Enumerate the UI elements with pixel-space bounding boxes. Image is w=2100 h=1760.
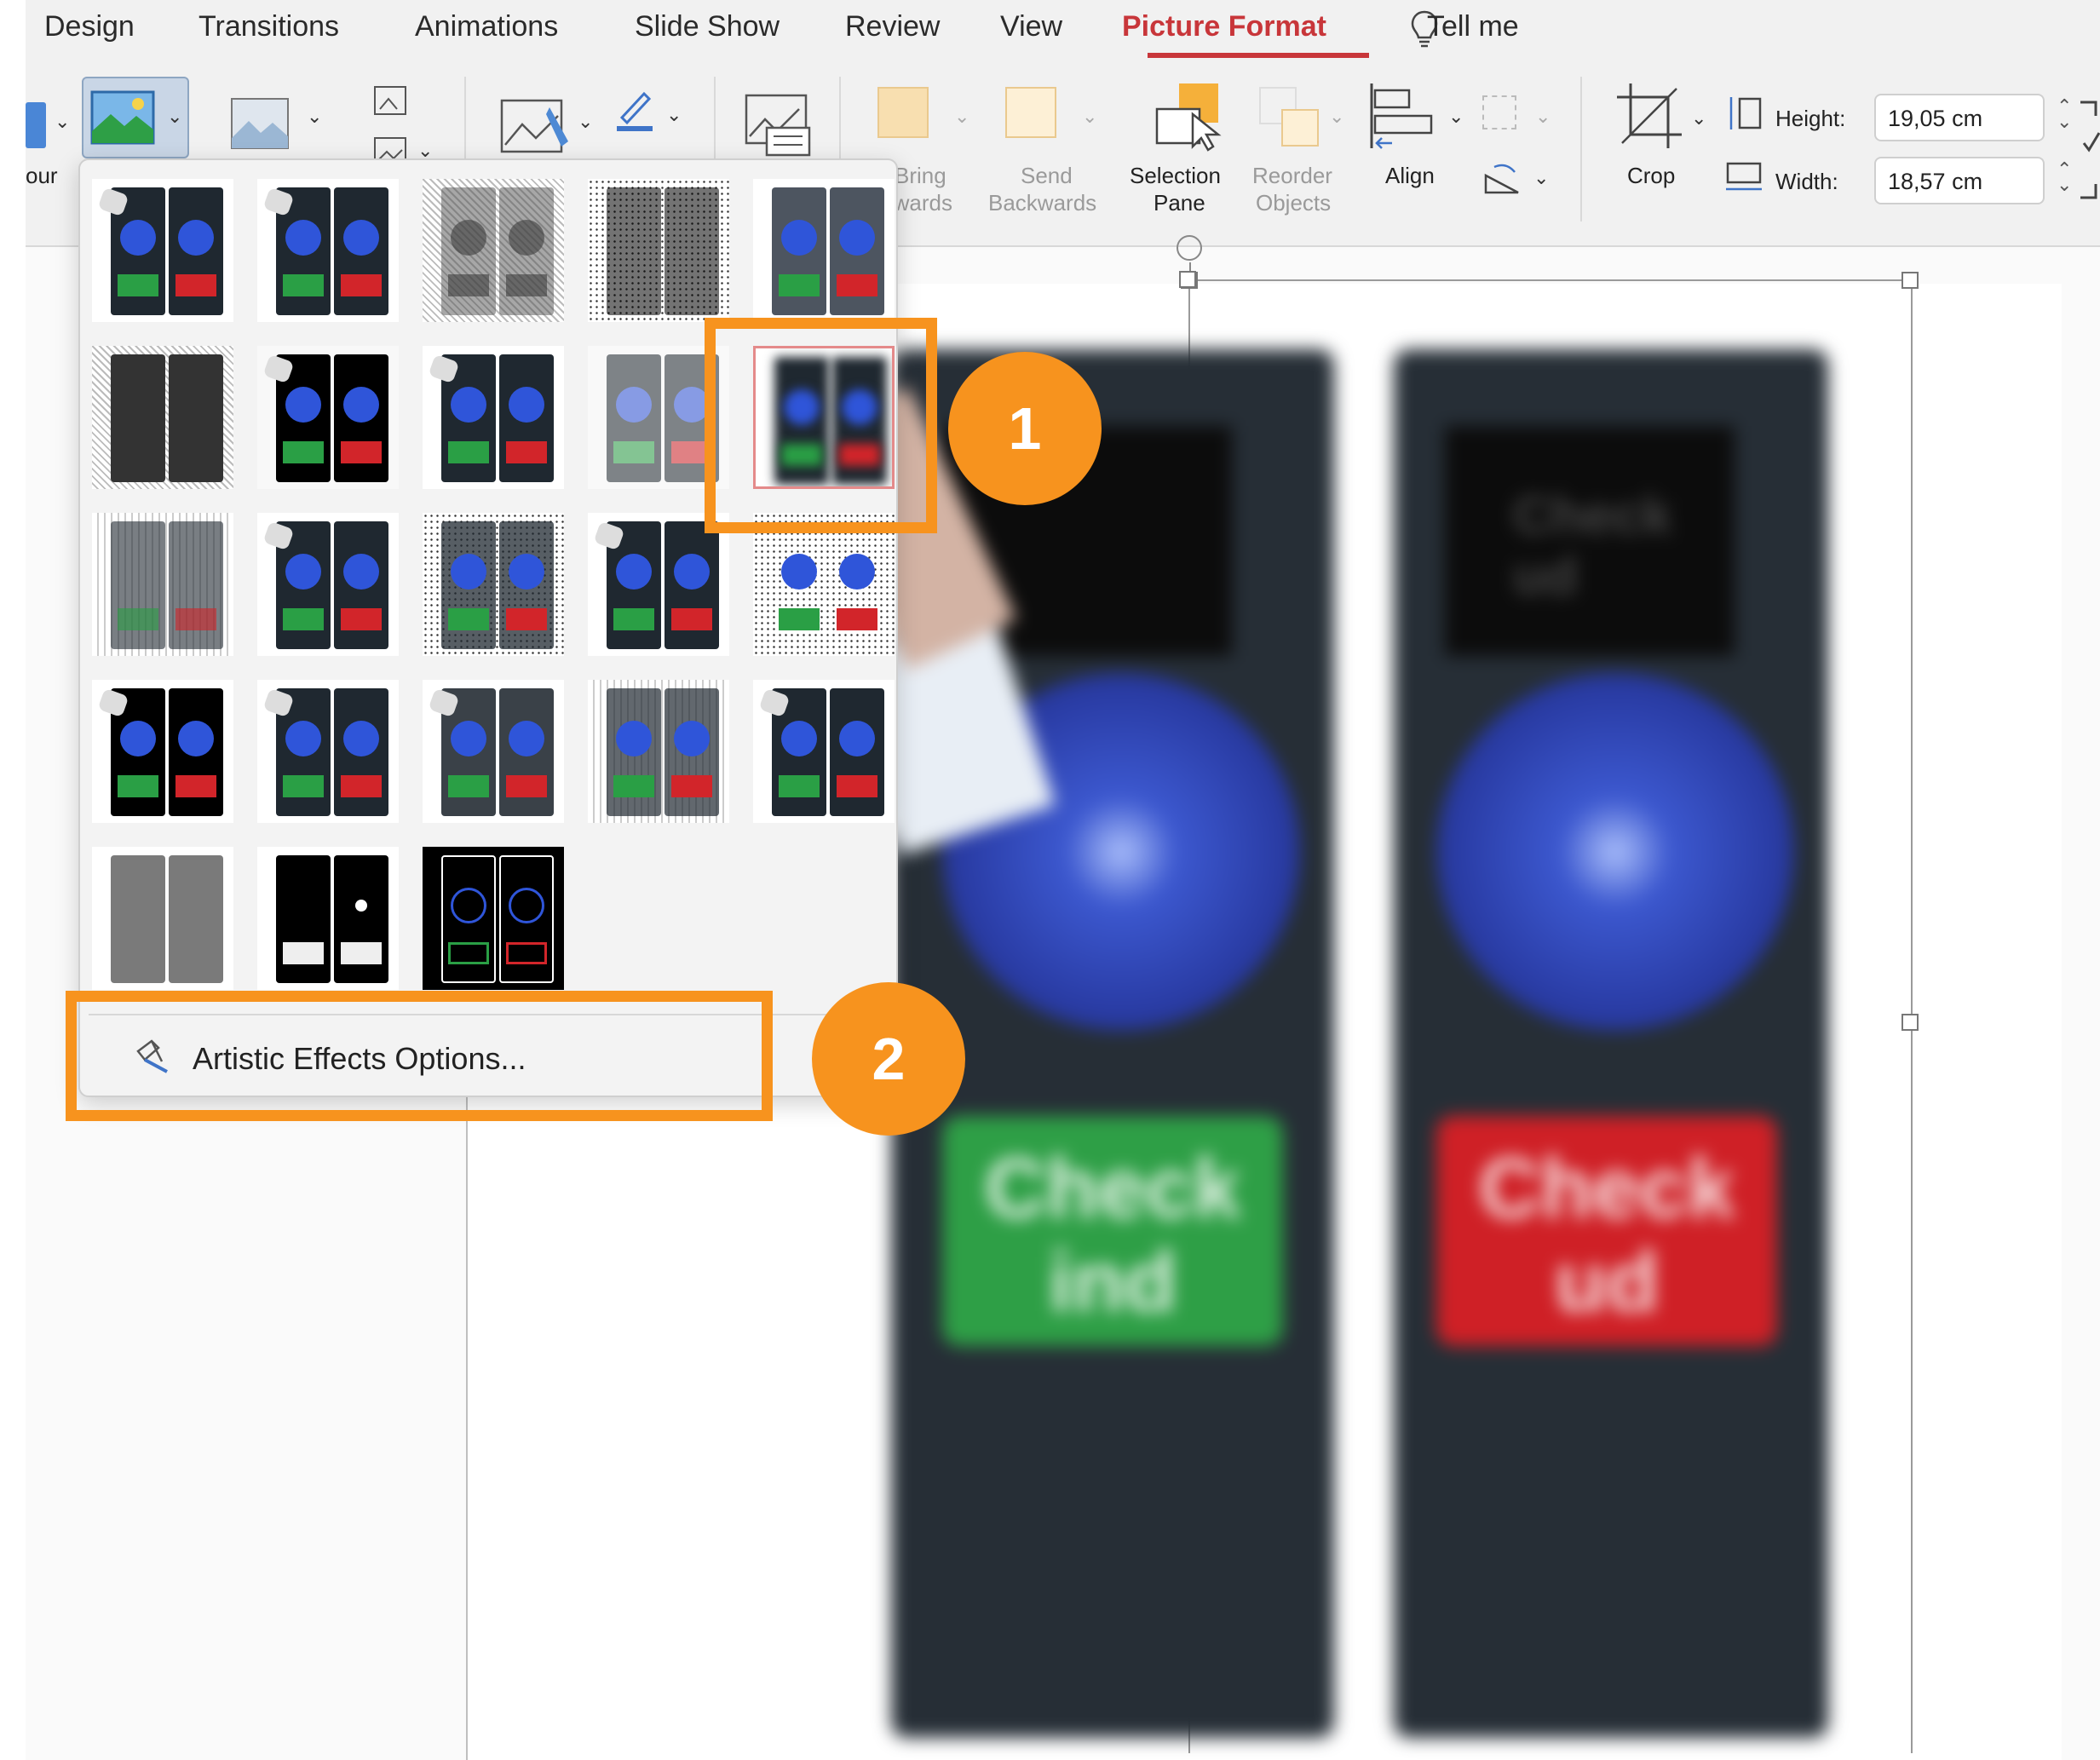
- send-backwards-label-2: Backwards: [988, 190, 1097, 216]
- picture-border-icon[interactable]: [613, 87, 656, 133]
- tab-slide-show[interactable]: Slide Show: [635, 10, 780, 43]
- chevron-down-icon: ⌄: [167, 106, 183, 127]
- checkin-text: Check ind: [984, 1141, 1241, 1330]
- selection-pane-label-1[interactable]: Selection: [1130, 162, 1221, 189]
- checkout-button: Check ud: [1436, 1116, 1777, 1346]
- highlight-box-options: [66, 991, 773, 1121]
- effect-none-thumb[interactable]: [92, 179, 233, 322]
- resize-handle[interactable]: [1179, 271, 1196, 288]
- chevron-down-icon[interactable]: ⌄: [307, 106, 322, 128]
- checkout-text: Check ud: [1478, 1141, 1735, 1330]
- effect-light-screen-thumb[interactable]: [92, 513, 233, 656]
- effect-glow-edges-thumb[interactable]: [423, 847, 564, 990]
- transparency-icon[interactable]: [230, 95, 290, 152]
- step-badge-1: 1: [948, 352, 1102, 505]
- align-icon[interactable]: [1366, 80, 1443, 152]
- crop-icon[interactable]: [1615, 82, 1683, 150]
- send-backwards-icon[interactable]: [1005, 87, 1056, 138]
- lock-aspect-ratio-icon[interactable]: [2079, 99, 2100, 210]
- step-badge-2: 2: [812, 982, 965, 1136]
- chevron-down-icon[interactable]: ⌄: [1533, 167, 1549, 189]
- width-input[interactable]: 18,57 cm: [1874, 157, 2045, 204]
- highlight-box-blur: [705, 318, 937, 533]
- height-icon: [1729, 97, 1762, 129]
- effect-crisscross-etching-thumb[interactable]: [423, 680, 564, 823]
- height-stepper[interactable]: ⌃ ⌄: [2057, 97, 2072, 131]
- selection-pane-label-2[interactable]: Pane: [1154, 189, 1205, 216]
- blue-scan-orb: [1436, 673, 1794, 1031]
- tab-tell-me[interactable]: Tell me: [1427, 10, 1519, 43]
- ribbon-tab-bar: Design Transitions Animations Slide Show…: [26, 0, 2100, 61]
- chevron-down-icon[interactable]: ⌄: [1691, 107, 1706, 129]
- tab-picture-format[interactable]: Picture Format: [1122, 10, 1326, 43]
- effect-glass-thumb[interactable]: [753, 513, 895, 656]
- chevron-down-icon[interactable]: ⌄: [666, 104, 682, 126]
- effect-texturizer-thumb[interactable]: [257, 680, 399, 823]
- screen-text: Check ud: [1513, 486, 1672, 606]
- width-label: Width:: [1775, 169, 1838, 194]
- height-input[interactable]: 19,05 cm: [1874, 94, 2045, 141]
- bring-forward-icon[interactable]: [877, 87, 929, 138]
- width-icon: [1726, 162, 1762, 191]
- chevron-down-icon: ⌄: [1082, 106, 1098, 127]
- chevron-down-icon: ⌄: [1329, 106, 1345, 127]
- bring-forward-label-1: Bring: [895, 163, 946, 188]
- checkin-button: Check ind: [942, 1116, 1283, 1346]
- effect-plastic-wrap-thumb[interactable]: [753, 680, 895, 823]
- artistic-effects-icon: [90, 90, 155, 145]
- chevron-down-icon: ⌄: [954, 106, 970, 127]
- crop-label[interactable]: Crop: [1627, 162, 1675, 189]
- effect-line-drawing-thumb[interactable]: [753, 179, 895, 322]
- tab-transitions[interactable]: Transitions: [198, 10, 339, 43]
- reorder-objects-label-2: Objects: [1256, 190, 1332, 216]
- effect-marker-thumb[interactable]: [257, 179, 399, 322]
- blurred-picture[interactable]: Check ind Check ud Check ud: [800, 349, 1828, 1738]
- tab-animations[interactable]: Animations: [415, 10, 558, 43]
- chevron-down-icon[interactable]: ⌄: [578, 111, 593, 133]
- resize-handle[interactable]: [1902, 1014, 1919, 1031]
- checkout-panel: Check ud Check ud: [1394, 349, 1828, 1738]
- panel-screen: Check ud: [1445, 426, 1735, 656]
- align-label[interactable]: Align: [1385, 162, 1435, 189]
- compress-pictures-icon[interactable]: [371, 83, 409, 118]
- tab-design[interactable]: Design: [44, 10, 135, 43]
- effect-pencil-grayscale-thumb[interactable]: [423, 179, 564, 322]
- selection-pane-icon[interactable]: [1150, 80, 1227, 152]
- resize-handle[interactable]: [1902, 272, 1919, 289]
- color-label-partial: our: [26, 163, 58, 188]
- chevron-down-icon: ⌄: [1535, 106, 1551, 127]
- send-backwards-label-1: Send: [1021, 163, 1073, 188]
- reorder-objects-label-1: Reorder: [1252, 163, 1332, 188]
- effect-paint-brush-thumb[interactable]: [423, 346, 564, 489]
- artistic-effects-gallery: Artistic Effects Options...: [78, 158, 898, 1097]
- rotate-handle[interactable]: [1177, 235, 1202, 261]
- chevron-down-icon[interactable]: ⌄: [55, 111, 70, 133]
- effect-pencil-sketch-thumb[interactable]: [588, 179, 729, 322]
- chevron-down-icon[interactable]: ⌄: [1448, 106, 1464, 128]
- alt-text-icon[interactable]: [741, 90, 813, 158]
- effect-film-grain-thumb[interactable]: [423, 513, 564, 656]
- effect-watercolor-sponge-thumb[interactable]: [257, 513, 399, 656]
- effect-paint-strokes-thumb[interactable]: [257, 346, 399, 489]
- width-stepper[interactable]: ⌃ ⌄: [2057, 160, 2072, 194]
- reorder-objects-icon-back: [1281, 109, 1319, 147]
- group-icon: [1482, 95, 1516, 129]
- tab-view[interactable]: View: [1000, 10, 1062, 43]
- effect-photocopy-thumb[interactable]: [257, 847, 399, 990]
- rotate-icon[interactable]: [1481, 160, 1523, 198]
- effect-cement-thumb[interactable]: [92, 680, 233, 823]
- effect-cutout-thumb[interactable]: [92, 847, 233, 990]
- effect-mosaic-bubbles-thumb[interactable]: [588, 513, 729, 656]
- effect-pastels-smooth-thumb[interactable]: [588, 680, 729, 823]
- height-label: Height:: [1775, 106, 1846, 131]
- color-icon[interactable]: [26, 102, 46, 148]
- artistic-effects-button[interactable]: ⌄: [82, 77, 189, 158]
- tab-review[interactable]: Review: [845, 10, 940, 43]
- active-tab-underline: [1148, 53, 1369, 58]
- effect-chalk-sketch-thumb[interactable]: [92, 346, 233, 489]
- picture-styles-icon[interactable]: [498, 90, 575, 158]
